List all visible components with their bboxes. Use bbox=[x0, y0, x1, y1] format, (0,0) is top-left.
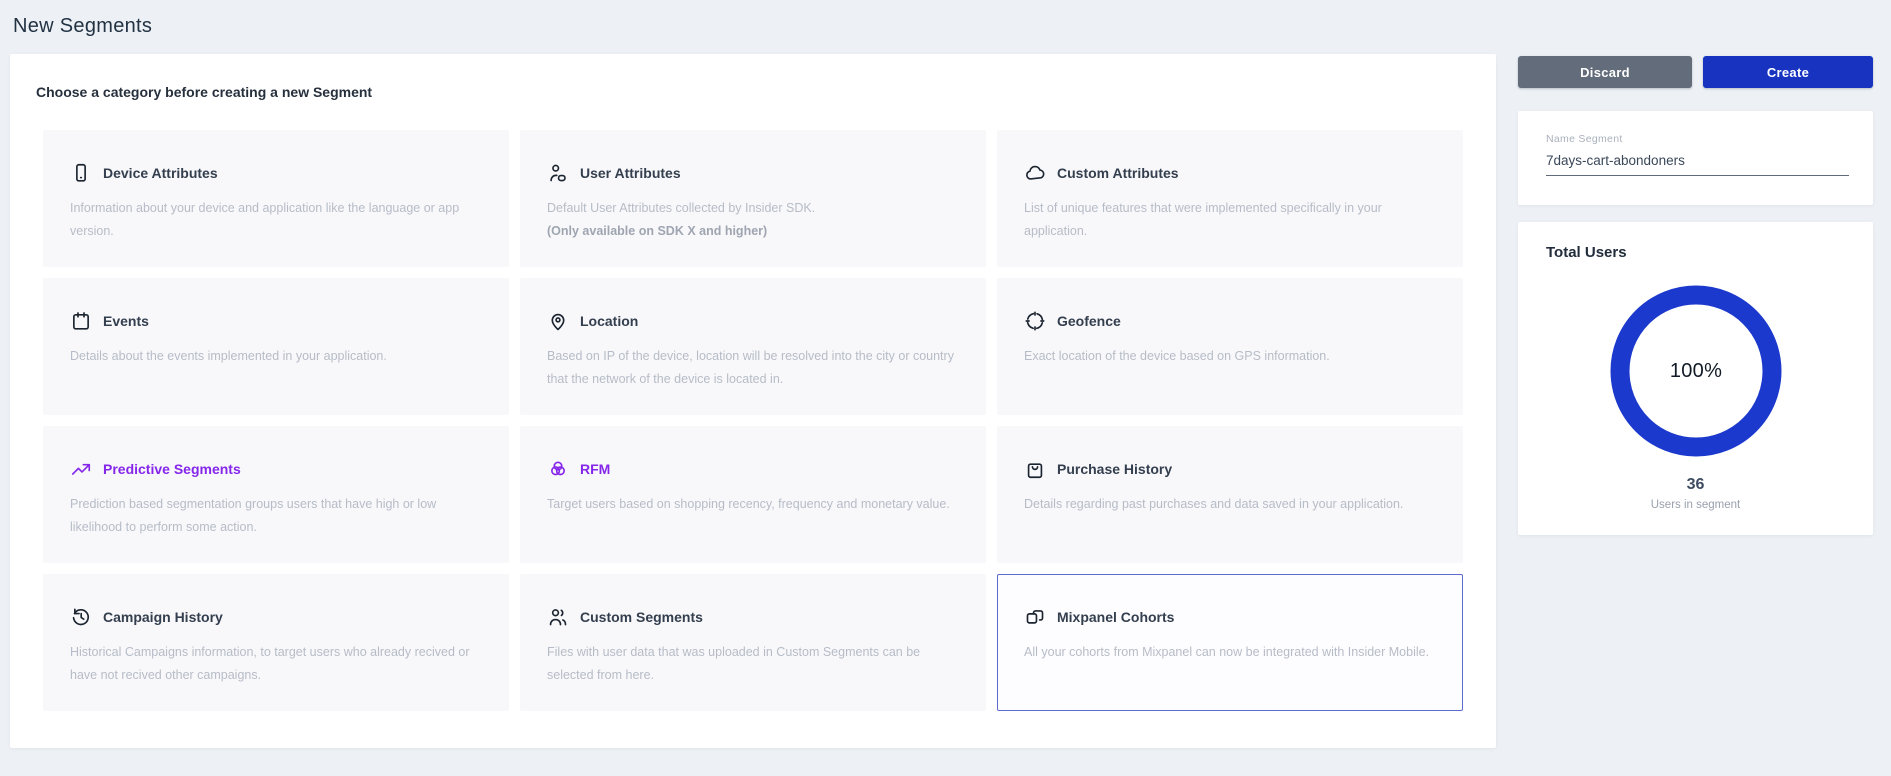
category-title: RFM bbox=[580, 461, 610, 477]
category-card-user-attributes[interactable]: User Attributes Default User Attributes … bbox=[520, 130, 986, 267]
category-title: Device Attributes bbox=[103, 165, 218, 181]
total-users-title: Total Users bbox=[1546, 244, 1627, 261]
category-card-mixpanel-cohorts[interactable]: Mixpanel Cohorts All your cohorts from M… bbox=[997, 574, 1463, 711]
discard-button[interactable]: Discard bbox=[1518, 56, 1692, 88]
venn-icon bbox=[547, 458, 569, 480]
category-title: Custom Segments bbox=[580, 609, 703, 625]
total-users-card: Total Users 100% 36 Users in segment bbox=[1518, 222, 1873, 535]
category-grid: Device Attributes Information about your… bbox=[43, 130, 1463, 711]
geofence-target-icon bbox=[1024, 310, 1046, 332]
category-card-geofence[interactable]: Geofence Exact location of the device ba… bbox=[997, 278, 1463, 415]
category-title: Predictive Segments bbox=[103, 461, 241, 477]
category-description: Target users based on shopping recency, … bbox=[547, 493, 959, 516]
name-segment-input[interactable] bbox=[1546, 153, 1849, 176]
panel-subtitle: Choose a category before creating a new … bbox=[36, 84, 372, 100]
category-title: User Attributes bbox=[580, 165, 681, 181]
new-segments-page: New Segments Choose a category before cr… bbox=[0, 0, 1891, 776]
category-title: Mixpanel Cohorts bbox=[1057, 609, 1174, 625]
category-description: Information about your device and applic… bbox=[70, 197, 482, 242]
category-description: Based on IP of the device, location will… bbox=[547, 345, 959, 390]
category-title: Purchase History bbox=[1057, 461, 1172, 477]
category-description: Default User Attributes collected by Ins… bbox=[547, 197, 959, 220]
history-clock-icon bbox=[70, 606, 92, 628]
category-description: All your cohorts from Mixpanel can now b… bbox=[1024, 641, 1436, 664]
category-card-predictive-segments[interactable]: Predictive Segments Prediction based seg… bbox=[43, 426, 509, 563]
category-title: Events bbox=[103, 313, 149, 329]
category-card-purchase-history[interactable]: Purchase History Details regarding past … bbox=[997, 426, 1463, 563]
create-button[interactable]: Create bbox=[1703, 56, 1873, 88]
calendar-icon bbox=[70, 310, 92, 332]
category-description: Files with user data that was uploaded i… bbox=[547, 641, 959, 686]
category-card-events[interactable]: Events Details about the events implemen… bbox=[43, 278, 509, 415]
category-panel: Choose a category before creating a new … bbox=[10, 54, 1496, 748]
category-description: Historical Campaigns information, to tar… bbox=[70, 641, 482, 686]
users-icon bbox=[547, 606, 569, 628]
category-title: Campaign History bbox=[103, 609, 223, 625]
category-description-note: (Only available on SDK X and higher) bbox=[547, 220, 959, 243]
category-card-device-attributes[interactable]: Device Attributes Information about your… bbox=[43, 130, 509, 267]
trend-up-icon bbox=[70, 458, 92, 480]
users-count: 36 bbox=[1518, 476, 1873, 494]
category-card-custom-segments[interactable]: Custom Segments Files with user data tha… bbox=[520, 574, 986, 711]
category-description: Details regarding past purchases and dat… bbox=[1024, 493, 1436, 516]
category-description: List of unique features that were implem… bbox=[1024, 197, 1436, 242]
location-pin-icon bbox=[547, 310, 569, 332]
name-segment-card: Name Segment bbox=[1518, 111, 1873, 205]
page-title: New Segments bbox=[13, 15, 152, 38]
category-card-rfm[interactable]: RFM Target users based on shopping recen… bbox=[520, 426, 986, 563]
category-card-custom-attributes[interactable]: Custom Attributes List of unique feature… bbox=[997, 130, 1463, 267]
total-users-donut: 100% bbox=[1606, 281, 1786, 461]
device-icon bbox=[70, 162, 92, 184]
category-description: Prediction based segmentation groups use… bbox=[70, 493, 482, 538]
users-count-caption: Users in segment bbox=[1518, 499, 1873, 511]
user-icon bbox=[547, 162, 569, 184]
donut-percent-label: 100% bbox=[1606, 360, 1786, 383]
integration-icon bbox=[1024, 606, 1046, 628]
category-description: Exact location of the device based on GP… bbox=[1024, 345, 1436, 368]
cloud-icon bbox=[1024, 162, 1046, 184]
category-description: Details about the events implemented in … bbox=[70, 345, 482, 368]
category-card-location[interactable]: Location Based on IP of the device, loca… bbox=[520, 278, 986, 415]
category-title: Custom Attributes bbox=[1057, 165, 1179, 181]
shopping-bag-icon bbox=[1024, 458, 1046, 480]
category-title: Location bbox=[580, 313, 638, 329]
name-segment-label: Name Segment bbox=[1546, 133, 1849, 145]
category-card-campaign-history[interactable]: Campaign History Historical Campaigns in… bbox=[43, 574, 509, 711]
category-title: Geofence bbox=[1057, 313, 1121, 329]
